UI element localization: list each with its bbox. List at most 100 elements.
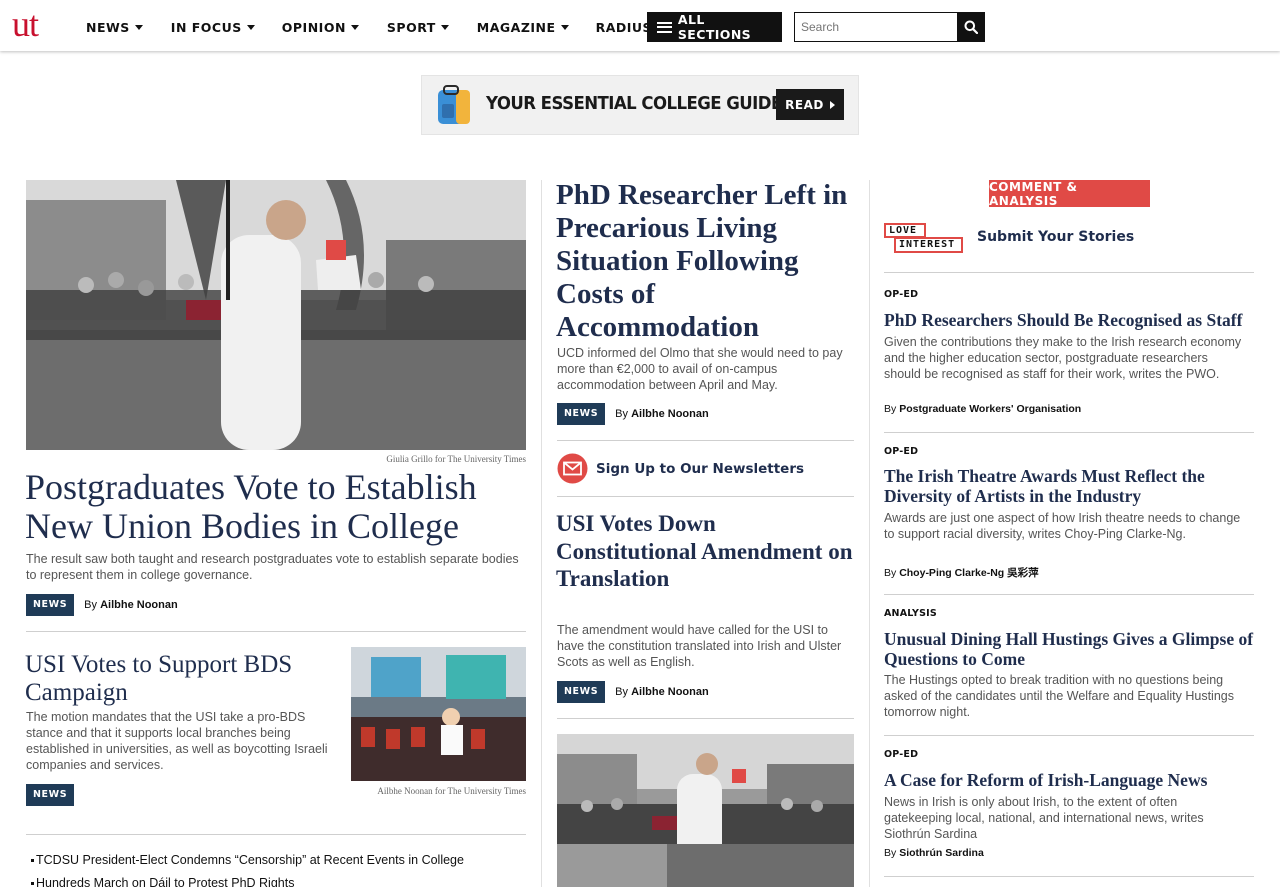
headline-link[interactable]: TCDSU President-Elect Condemns “Censorsh…	[36, 852, 464, 868]
story-dek: The amendment would have called for the …	[557, 623, 842, 669]
divider	[884, 876, 1254, 877]
love-label: LOVE	[884, 223, 926, 238]
divider	[884, 432, 1254, 433]
ad-banner[interactable]: YOUR ESSENTIAL COLLEGE GUIDE READ	[421, 75, 859, 135]
all-sections-label: ALL SECTIONS	[677, 12, 752, 42]
nav-item-sport[interactable]: SPORT	[387, 19, 449, 36]
site-logo[interactable]: ut	[12, 4, 39, 44]
ad-headline: YOUR ESSENTIAL COLLEGE GUIDE	[486, 93, 782, 114]
op-ed-label[interactable]: OP-ED	[884, 749, 918, 760]
headline-list-item[interactable]: Hundreds March on Dáil to Protest PhD Ri…	[31, 875, 526, 887]
bullet-icon	[31, 858, 34, 862]
caret-down-icon	[134, 25, 143, 30]
opinion-title[interactable]: A Case for Reform of Irish-Language News	[884, 770, 1254, 790]
nav-item-magazine[interactable]: MAGAZINE	[477, 19, 569, 36]
search-input[interactable]	[794, 12, 958, 42]
divider	[26, 631, 526, 632]
newsletter-signup[interactable]: Sign Up to Our Newsletters	[557, 453, 804, 484]
nav-item-radius[interactable]: RADIUS	[596, 19, 652, 36]
news-tag[interactable]: NEWS	[26, 784, 75, 806]
caret-down-icon	[350, 25, 359, 30]
comment-analysis-tag[interactable]: COMMENT & ANALYSIS	[989, 180, 1150, 208]
opinion-title[interactable]: PhD Researchers Should Be Recognised as …	[884, 310, 1258, 330]
headline-list-item[interactable]: TCDSU President-Elect Condemns “Censorsh…	[31, 852, 526, 868]
byline: By Postgraduate Workers' Organisation	[884, 403, 1081, 415]
submit-stories-link[interactable]: Submit Your Stories	[977, 229, 1134, 245]
author-link[interactable]: Choy-Ping Clarke-Ng 吳彩萍	[899, 567, 1038, 579]
main-nav: NEWS IN FOCUS OPINION SPORT MAGAZINE RAD…	[86, 19, 652, 36]
divider	[557, 496, 854, 497]
story-dek: The motion mandates that the USI take a …	[26, 710, 328, 772]
opinion-dek: The Hustings opted to break tradition wi…	[884, 673, 1234, 719]
author-link[interactable]: Siothrún Sardina	[899, 847, 984, 859]
opinion-title[interactable]: The Irish Theatre Awards Must Reflect th…	[884, 466, 1249, 506]
column-divider	[541, 180, 542, 887]
photo-credit: Giulia Grillo for The University Times	[386, 454, 526, 464]
backpack-icon	[438, 85, 470, 124]
divider	[884, 272, 1254, 273]
nav-label: SPORT	[386, 20, 436, 35]
headline-list: TCDSU President-Elect Condemns “Censorsh…	[31, 852, 526, 887]
story-title[interactable]: USI Votes to Support BDS Campaign	[25, 651, 335, 707]
opinion-dek: News in Irish is only about Irish, to th…	[884, 795, 1204, 841]
byline-prefix: By	[884, 567, 897, 579]
love-interest-logo[interactable]: LOVE INTEREST	[884, 223, 964, 254]
site-header: ut NEWS IN FOCUS OPINION SPORT MAGAZINE …	[0, 0, 1280, 51]
feature-story-title[interactable]: PhD Researcher Left in Precarious Living…	[556, 179, 861, 344]
caret-down-icon	[560, 25, 569, 30]
news-tag[interactable]: NEWS	[557, 681, 606, 703]
story-meta: NEWS By Ailbhe Noonan	[557, 681, 709, 703]
opinion-title[interactable]: Unusual Dining Hall Hustings Gives a Gli…	[884, 629, 1254, 669]
newsletter-label: Sign Up to Our Newsletters	[596, 460, 805, 477]
analysis-label[interactable]: ANALYSIS	[884, 608, 937, 619]
headline-link[interactable]: Hundreds March on Dáil to Protest PhD Ri…	[36, 875, 294, 887]
story-photo[interactable]	[351, 647, 526, 781]
byline: By Siothrún Sardina	[884, 847, 984, 859]
mail-icon	[557, 453, 588, 484]
lead-story-title[interactable]: Postgraduates Vote to Establish New Unio…	[25, 468, 530, 546]
ad-read-button[interactable]: READ	[776, 89, 844, 120]
divider	[884, 594, 1254, 595]
byline: By Ailbhe Noonan	[84, 599, 178, 611]
author-link[interactable]: Ailbhe Noonan	[631, 408, 709, 420]
nav-label: NEWS	[86, 20, 130, 35]
nav-label: OPINION	[281, 20, 346, 35]
nav-item-opinion[interactable]: OPINION	[282, 19, 359, 36]
divider	[557, 718, 854, 719]
op-ed-label[interactable]: OP-ED	[884, 289, 918, 300]
story-title[interactable]: USI Votes Down Constitutional Amendment …	[556, 510, 856, 593]
caret-down-icon	[246, 25, 255, 30]
feature-story-meta: NEWS By Ailbhe Noonan	[557, 403, 709, 425]
bullet-icon	[31, 881, 34, 885]
author-link[interactable]: Postgraduate Workers' Organisation	[899, 403, 1081, 415]
author-link[interactable]: Ailbhe Noonan	[100, 599, 178, 611]
byline-prefix: By	[884, 847, 897, 859]
search-icon	[964, 20, 978, 34]
nav-label: MAGAZINE	[476, 20, 556, 35]
ad-read-label: READ	[785, 97, 824, 112]
column-divider	[869, 180, 870, 887]
caret-down-icon	[440, 25, 449, 30]
news-tag[interactable]: NEWS	[26, 594, 75, 616]
caret-right-icon	[829, 100, 835, 109]
feature-story-dek: UCD informed del Olmo that she would nee…	[557, 346, 843, 392]
divider	[26, 834, 526, 835]
nav-item-in-focus[interactable]: IN FOCUS	[171, 19, 255, 36]
story-meta: NEWS	[26, 784, 75, 806]
lead-story-meta: NEWS By Ailbhe Noonan	[26, 594, 178, 616]
lead-story-photo[interactable]	[26, 180, 526, 450]
divider	[557, 440, 854, 441]
news-tag[interactable]: NEWS	[557, 403, 606, 425]
author-link[interactable]: Ailbhe Noonan	[631, 686, 709, 698]
photo-credit: Ailbhe Noonan for The University Times	[377, 786, 526, 796]
byline: By Ailbhe Noonan	[615, 686, 709, 698]
byline-prefix: By	[84, 599, 98, 611]
opinion-dek: Given the contributions they make to the…	[884, 335, 1242, 381]
nav-item-news[interactable]: NEWS	[86, 19, 143, 36]
op-ed-label[interactable]: OP-ED	[884, 446, 918, 457]
all-sections-button[interactable]: ALL SECTIONS	[647, 12, 782, 42]
opinion-dek: Awards are just one aspect of how Irish …	[884, 511, 1241, 541]
search-button[interactable]	[957, 12, 985, 42]
story-photo[interactable]	[557, 734, 854, 887]
byline-prefix: By	[615, 686, 629, 698]
